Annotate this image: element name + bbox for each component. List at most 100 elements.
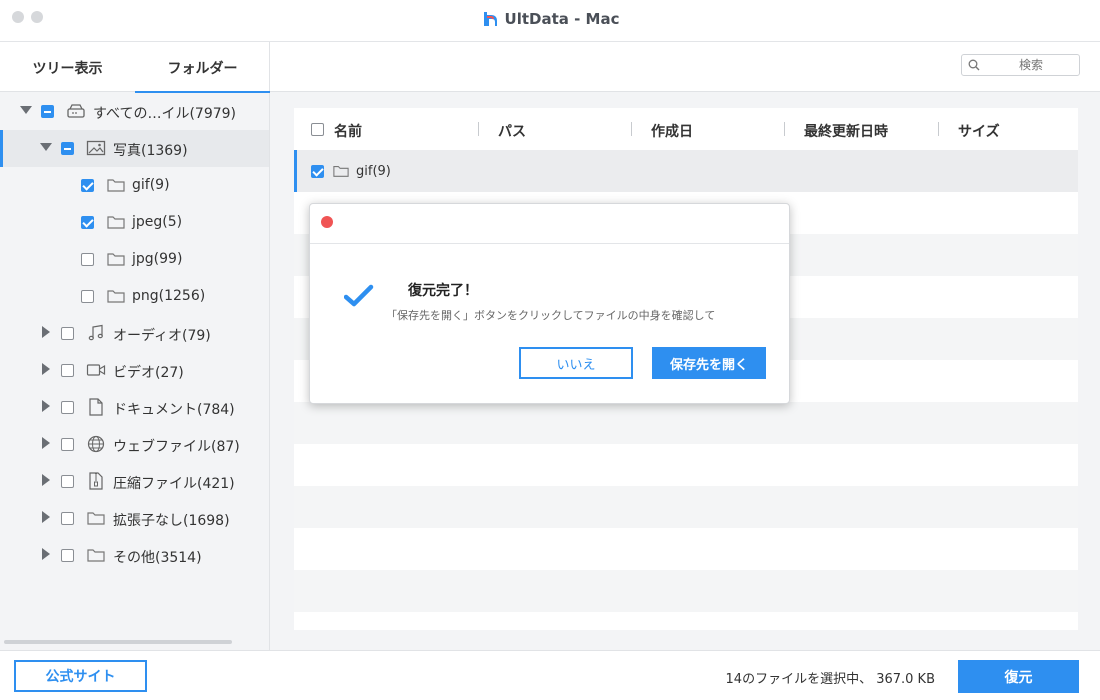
checkmark-icon — [344, 284, 374, 307]
checkbox[interactable] — [81, 253, 94, 266]
checkbox[interactable] — [61, 475, 74, 488]
column-created[interactable]: 作成日 — [651, 121, 693, 141]
chevron-right-icon[interactable] — [42, 363, 50, 375]
tree-node-label: ドキュメント(784) — [113, 402, 235, 418]
column-size[interactable]: サイズ — [958, 121, 1000, 141]
table-row[interactable]: gif(9) — [294, 150, 1078, 192]
folder-icon — [107, 179, 125, 192]
checkbox[interactable] — [41, 105, 54, 118]
column-divider[interactable] — [631, 122, 632, 136]
sidebar-tabs: ツリー表示 フォルダー — [0, 42, 270, 93]
table-row — [294, 402, 1078, 444]
no-button[interactable]: いいえ — [519, 347, 633, 379]
tree-node-video[interactable]: ビデオ(27) — [0, 352, 269, 389]
window-title-text: UltData - Mac — [504, 10, 620, 28]
window-title: UltData - Mac — [0, 10, 1100, 28]
dialog-close-button[interactable] — [321, 216, 333, 228]
checkbox[interactable] — [61, 327, 74, 340]
tree-node-png[interactable]: png(1256) — [0, 278, 269, 315]
restore-button[interactable]: 復元 — [958, 660, 1079, 693]
bottom-bar: 公式サイト 14のファイルを選択中、 367.0 KB 復元 — [0, 650, 1100, 700]
tree-node-label: その他(3514) — [113, 550, 202, 566]
tree-node-label: gif(9) — [132, 177, 170, 193]
tree-node-label: すべての…イル(7979) — [93, 106, 237, 122]
dialog-title: 復元完了！ — [408, 283, 478, 299]
row-name: gif(9) — [356, 164, 391, 179]
column-divider[interactable] — [938, 122, 939, 136]
checkbox[interactable] — [61, 401, 74, 414]
tree-node-zip[interactable]: 圧縮ファイル(421) — [0, 463, 269, 500]
zip-icon — [89, 472, 103, 490]
restore-complete-dialog: 復元完了！ 「保存先を開く」ボタンをクリックしてファイルの中身を確認して いいえ… — [309, 203, 790, 404]
image-icon — [86, 140, 106, 156]
video-icon — [86, 364, 106, 376]
tab-folder-view[interactable]: フォルダー — [135, 42, 270, 93]
main-toolbar — [270, 42, 1100, 92]
tree-node-audio[interactable]: オーディオ(79) — [0, 315, 269, 352]
chevron-right-icon[interactable] — [42, 548, 50, 560]
folder-icon — [87, 549, 105, 562]
chevron-right-icon[interactable] — [42, 437, 50, 449]
table-row — [294, 486, 1078, 528]
table-row — [294, 570, 1078, 612]
chevron-right-icon[interactable] — [42, 511, 50, 523]
ultdata-logo-icon — [483, 12, 497, 26]
tree-node-label: 写真(1369) — [113, 143, 188, 159]
checkbox[interactable] — [61, 438, 74, 451]
tree-node-label: 圧縮ファイル(421) — [113, 476, 235, 492]
tree-node-gif[interactable]: gif(9) — [0, 167, 269, 204]
selection-status: 14のファイルを選択中、 367.0 KB — [725, 672, 935, 687]
sidebar: ツリー表示 フォルダー すべての…イル(7979) 写真(1369) gif(9… — [0, 42, 270, 650]
checkbox[interactable] — [61, 549, 74, 562]
folder-icon — [107, 216, 125, 229]
chevron-down-icon[interactable] — [20, 106, 32, 114]
tree-node-label: ビデオ(27) — [113, 365, 184, 381]
tree-node-document[interactable]: ドキュメント(784) — [0, 389, 269, 426]
chevron-right-icon[interactable] — [42, 326, 50, 338]
chevron-right-icon[interactable] — [42, 474, 50, 486]
tree-node-web[interactable]: ウェブファイル(87) — [0, 426, 269, 463]
column-modified[interactable]: 最終更新日時 — [804, 121, 888, 141]
dialog-header — [310, 204, 789, 244]
tree-node-label: オーディオ(79) — [113, 328, 211, 344]
tree-node-label: ウェブファイル(87) — [113, 439, 240, 455]
chevron-down-icon[interactable] — [40, 143, 52, 151]
tree-node-jpeg[interactable]: jpeg(5) — [0, 204, 269, 241]
tree-node-jpg[interactable]: jpg(99) — [0, 241, 269, 278]
search-input[interactable] — [984, 56, 1078, 74]
title-bar: UltData - Mac — [0, 0, 1100, 42]
tab-tree-view[interactable]: ツリー表示 — [0, 42, 135, 92]
chevron-right-icon[interactable] — [42, 400, 50, 412]
folder-icon — [333, 166, 349, 177]
official-site-button[interactable]: 公式サイト — [14, 660, 147, 692]
tree-node-others[interactable]: その他(3514) — [0, 537, 269, 574]
tree-node-photos[interactable]: 写真(1369) — [0, 130, 269, 167]
folder-icon — [107, 253, 125, 266]
folder-icon — [87, 512, 105, 525]
tree-node-label: jpg(99) — [132, 251, 183, 267]
table-row — [294, 444, 1078, 486]
search-box[interactable] — [961, 54, 1080, 76]
column-name[interactable]: 名前 — [334, 121, 362, 141]
tree-node-no-extension[interactable]: 拡張子なし(1698) — [0, 500, 269, 537]
column-divider[interactable] — [784, 122, 785, 136]
select-all-checkbox[interactable] — [311, 123, 324, 136]
checkbox[interactable] — [61, 512, 74, 525]
music-icon — [88, 324, 103, 341]
checkbox[interactable] — [81, 216, 94, 229]
column-divider[interactable] — [478, 122, 479, 136]
column-path[interactable]: パス — [498, 121, 526, 141]
tree-node-label: 拡張子なし(1698) — [113, 513, 230, 529]
open-destination-button[interactable]: 保存先を開く — [652, 347, 766, 379]
drive-icon — [67, 104, 85, 118]
checkbox[interactable] — [61, 364, 74, 377]
tree-node-all[interactable]: すべての…イル(7979) — [0, 93, 269, 130]
globe-icon — [87, 435, 105, 453]
document-icon — [89, 398, 103, 416]
dialog-message: 「保存先を開く」ボタンをクリックしてファイルの中身を確認して — [386, 309, 716, 322]
row-checkbox[interactable] — [311, 165, 324, 178]
checkbox[interactable] — [81, 179, 94, 192]
checkbox[interactable] — [61, 142, 74, 155]
checkbox[interactable] — [81, 290, 94, 303]
sidebar-horizontal-scrollbar[interactable] — [4, 640, 232, 644]
